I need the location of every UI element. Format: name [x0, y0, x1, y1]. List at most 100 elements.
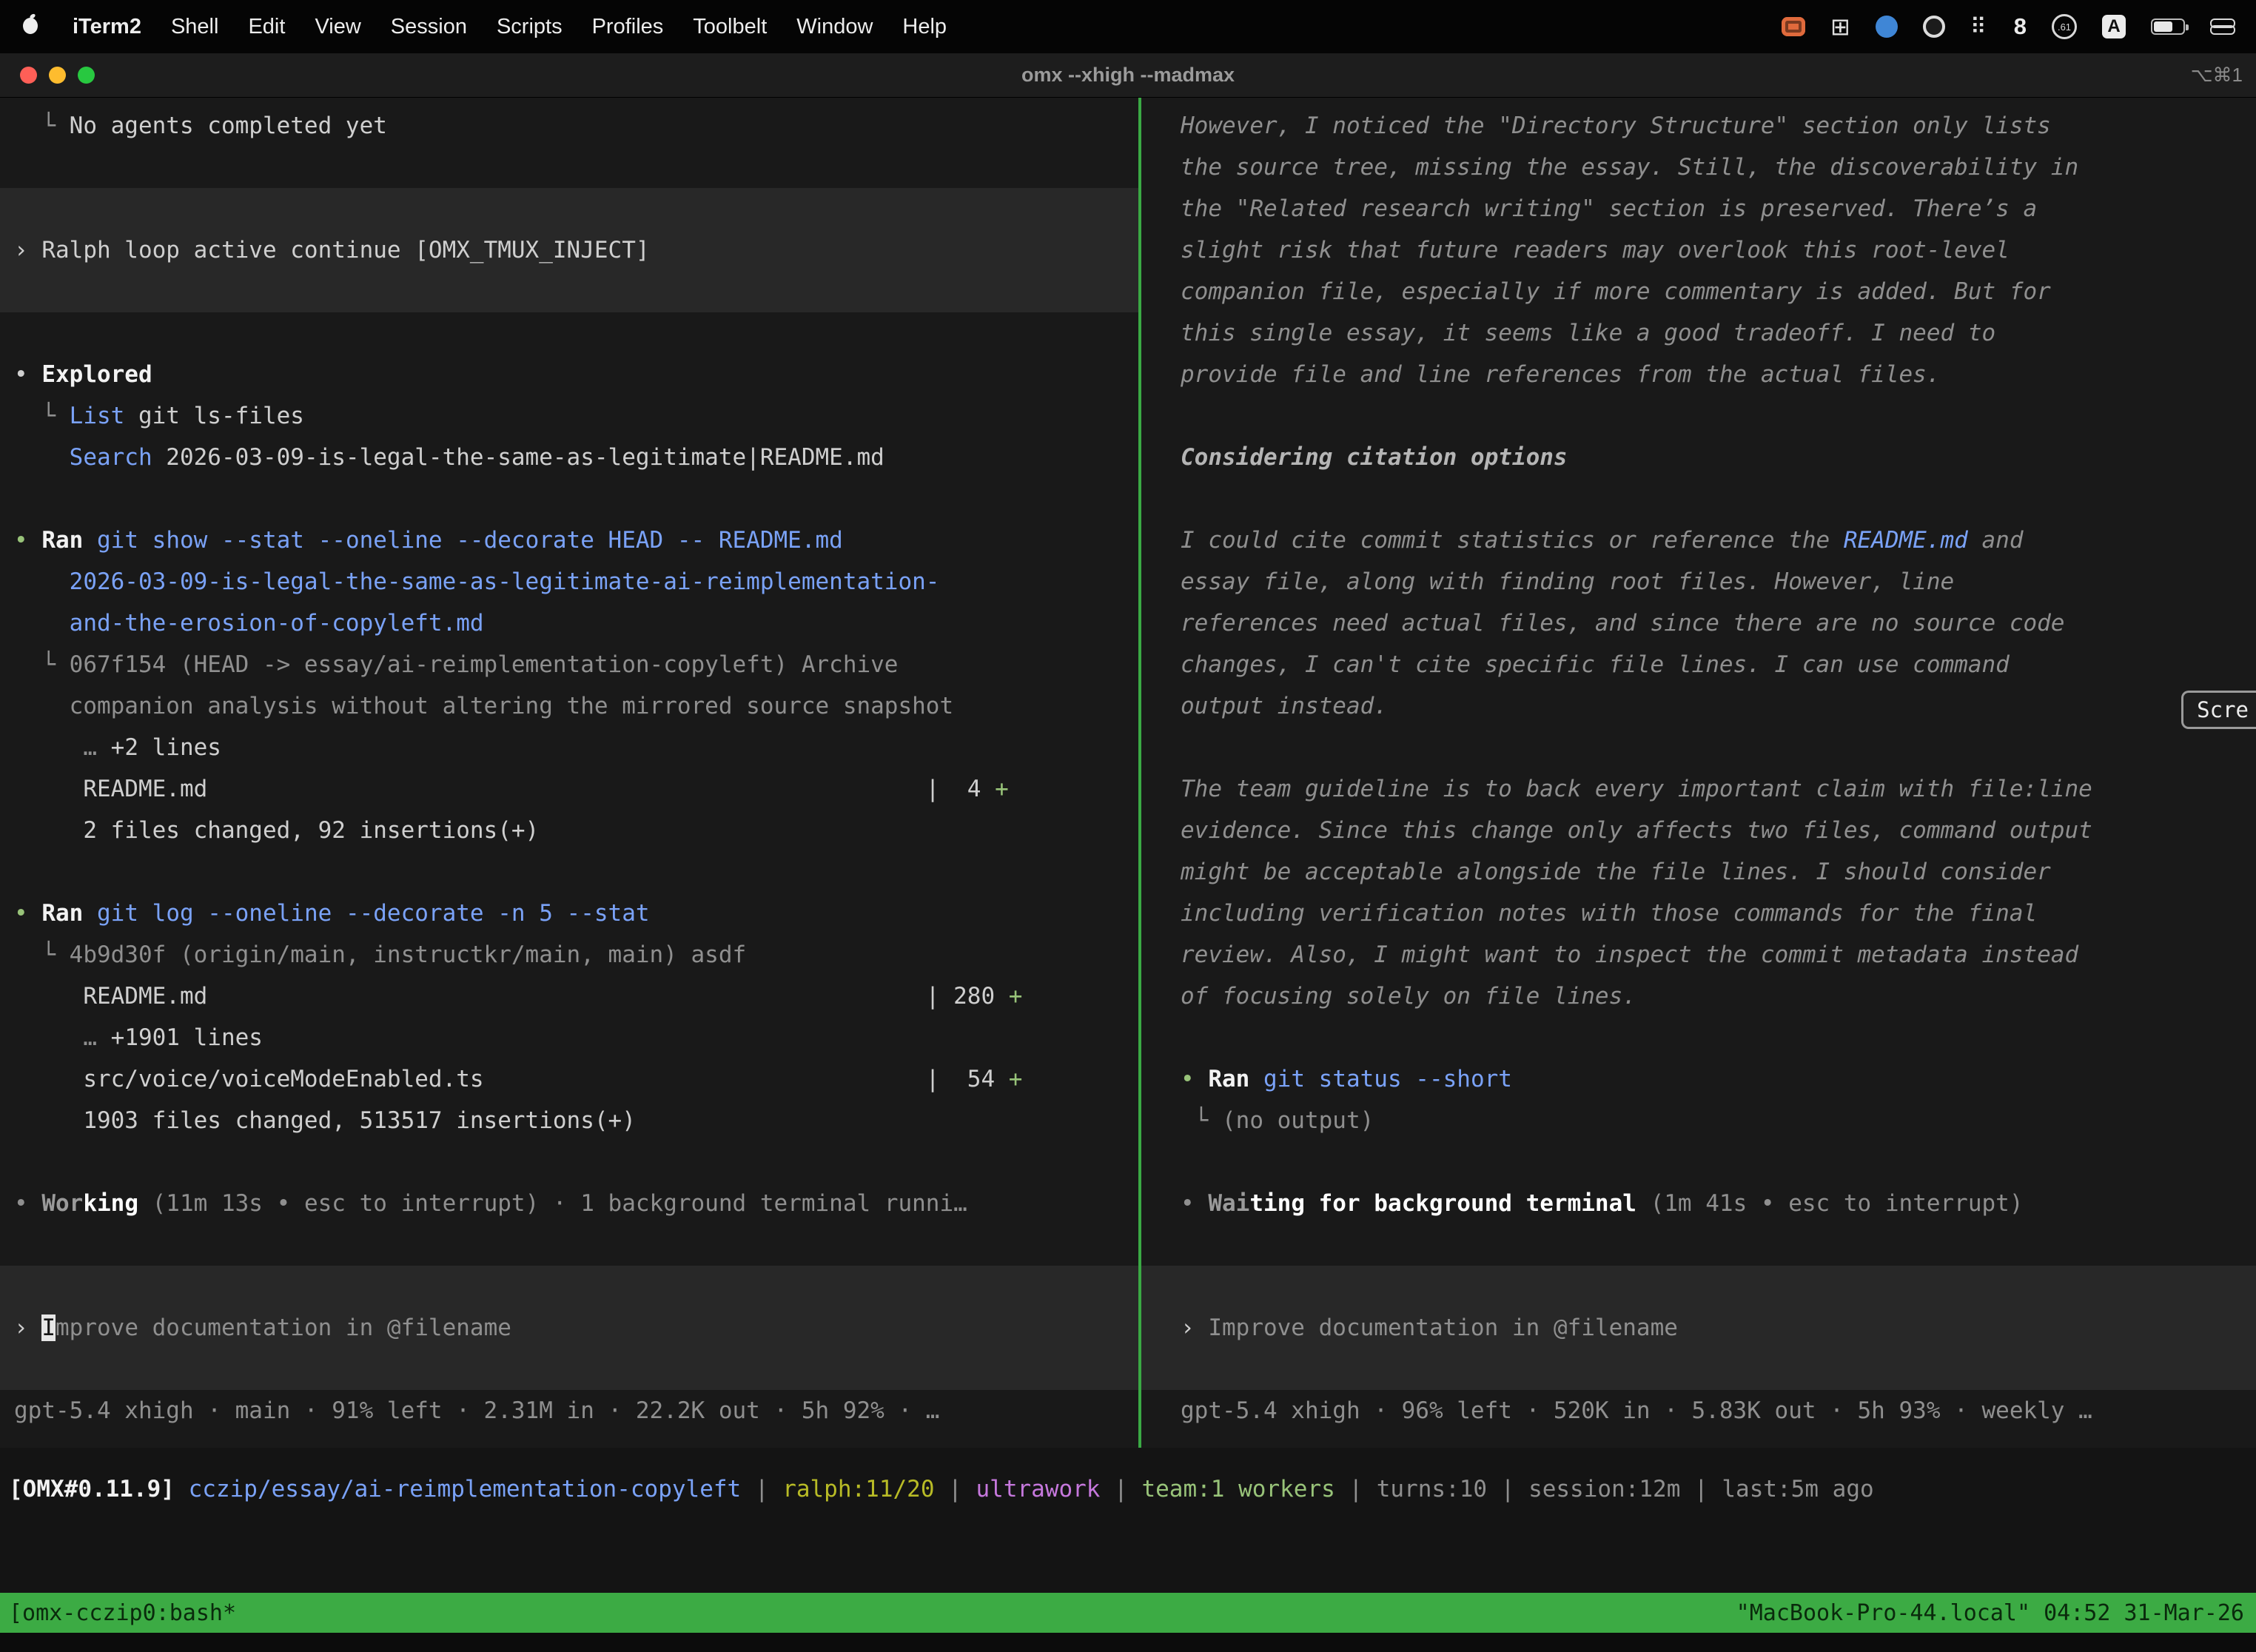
text-segment: •: [1181, 1066, 1208, 1092]
terminal-line: › Improve documentation in @filename: [0, 1307, 1138, 1349]
bottom-bars: [OMX#0.11.9] cczip/essay/ai-reimplementa…: [0, 1448, 2256, 1652]
close-button[interactable]: [20, 67, 37, 84]
text-segment: ultrawork: [976, 1476, 1101, 1502]
terminal-line: [1141, 727, 2256, 768]
terminal-line: the source tree, missing the essay. Stil…: [1141, 147, 2256, 188]
terminal-line: └ (no output): [1141, 1100, 2256, 1141]
text-segment: └ 067f154 (HEAD -> essay/ai-reimplementa…: [14, 651, 898, 678]
text-segment: [175, 1476, 189, 1502]
terminal-line: this single essay, it seems like a good …: [1141, 312, 2256, 354]
text-segment: Considering citation options: [1181, 444, 1568, 471]
screen-recording-indicator[interactable]: [1782, 17, 1805, 36]
bottom-strip: [0, 1633, 2256, 1652]
terminal-line: [0, 147, 1138, 188]
text-segment: [14, 444, 70, 471]
blue-app-icon[interactable]: [1876, 16, 1898, 38]
text-segment: +: [1009, 983, 1023, 1010]
terminal-line: [0, 271, 1138, 312]
left-pane[interactable]: └ No agents completed yet› Ralph loop ac…: [0, 98, 1138, 1448]
text-segment: git log --oneline --decorate -n 5 --stat: [97, 900, 650, 927]
right-pane[interactable]: However, I noticed the "Directory Struct…: [1141, 98, 2256, 1448]
text-segment: No agents completed yet: [70, 113, 387, 139]
terminal-line: I could cite commit statistics or refere…: [1141, 520, 2256, 561]
terminal-line: [0, 1266, 1138, 1307]
text-segment: Search: [70, 444, 152, 471]
menu-items: iTerm2 Shell Edit View Session Scripts Profile…: [73, 15, 976, 39]
terminal-line: [1141, 1224, 2256, 1266]
text-segment: Wai: [1208, 1190, 1249, 1217]
iterm-window: omx --xhigh --madmax ⌥⌘1 └ No agents com…: [0, 53, 2256, 1652]
input-source-icon[interactable]: A: [2102, 15, 2126, 38]
text-segment: the "Related research writing" section i…: [1181, 195, 2037, 222]
text-segment: references need actual files, and since …: [1181, 610, 2064, 637]
text-segment: output instead.: [1181, 693, 1388, 719]
terminal-line: references need actual files, and since …: [1141, 602, 2256, 644]
menu-item-edit[interactable]: Edit: [248, 15, 285, 39]
menu-item-scripts[interactable]: Scripts: [497, 15, 563, 39]
menu-item-help[interactable]: Help: [902, 15, 947, 39]
shortcuts-icon[interactable]: 8: [2014, 13, 2027, 40]
window-title: omx --xhigh --madmax: [1021, 64, 1235, 87]
terminal-line: • Ran git log --oneline --decorate -n 5 …: [0, 893, 1138, 934]
zoom-button[interactable]: [78, 67, 95, 84]
text-segment: src/voice/voiceModeEnabled.ts | 54: [14, 1066, 1009, 1092]
text-segment: including verification notes with those …: [1181, 900, 2037, 927]
text-segment: [OMX#0.11.9]: [9, 1476, 175, 1502]
menu-item-profiles[interactable]: Profiles: [592, 15, 664, 39]
menu-item-shell[interactable]: Shell: [171, 15, 219, 39]
text-segment: |: [935, 1476, 976, 1502]
terminal-line: and-the-erosion-of-copyleft.md: [0, 602, 1138, 644]
desktop: iTerm2 Shell Edit View Session Scripts Profile…: [0, 0, 2256, 1652]
text-segment: this single essay, it seems like a good …: [1181, 320, 1995, 346]
text-segment: …: [14, 1024, 111, 1051]
menu-item-iterm2[interactable]: iTerm2: [73, 15, 141, 39]
terminal-line: [1141, 1266, 2256, 1307]
text-segment: 1903 files changed, 513517 insertions(+): [14, 1107, 636, 1134]
tmux-host-time: "MacBook-Pro-44.local" 04:52 31-Mar-26: [1736, 1600, 2244, 1626]
terminal-line: of focusing solely on file lines.: [1141, 976, 2256, 1017]
menu-item-toolbelt[interactable]: Toolbelt: [693, 15, 767, 39]
terminal-line: slight risk that future readers may over…: [1141, 229, 2256, 271]
menu-item-session[interactable]: Session: [391, 15, 467, 39]
text-segment: [1249, 1066, 1263, 1092]
terminal-line: gpt-5.4 xhigh · 96% left · 520K in · 5.8…: [1141, 1390, 2256, 1431]
window-titlebar[interactable]: omx --xhigh --madmax ⌥⌘1: [0, 53, 2256, 98]
terminal-line: [1141, 478, 2256, 520]
text-segment: gpt-5.4 xhigh · main · 91% left · 2.31M …: [14, 1397, 939, 1424]
terminal-line: Considering citation options: [1141, 437, 2256, 478]
text-segment: Improve documentation in @filename: [1208, 1314, 1678, 1341]
text-segment: provide file and line references from th…: [1181, 361, 1941, 388]
terminal-line: provide file and line references from th…: [1141, 354, 2256, 395]
terminal-line: output instead.: [1141, 685, 2256, 727]
aperture-icon[interactable]: [1923, 16, 1945, 38]
battery-percent-icon[interactable]: .61: [2052, 14, 2077, 39]
text-segment: changes, I can't cite specific file line…: [1181, 651, 2010, 678]
dots-grid-icon[interactable]: ⠿: [1970, 14, 1989, 40]
terminal-line: … +2 lines: [0, 727, 1138, 768]
text-segment: …: [14, 734, 111, 761]
terminal-line: However, I noticed the "Directory Struct…: [1141, 105, 2256, 147]
text-segment: I could cite commit statistics or refere…: [1181, 527, 1844, 554]
text-segment: ting for background terminal: [1249, 1190, 1636, 1217]
text-segment: | turns:10 | session:12m | last:5m ago: [1335, 1476, 1874, 1502]
terminal-cursor: I: [41, 1314, 56, 1341]
tmux-status-bar: [omx-cczip0:bash* "MacBook-Pro-44.local"…: [0, 1593, 2256, 1633]
text-segment: the source tree, missing the essay. Stil…: [1181, 154, 2078, 181]
text-segment: [83, 527, 97, 554]
text-segment: and: [1968, 527, 2024, 554]
control-center-icon[interactable]: [2210, 19, 2235, 35]
terminal-line: README.md | 280 +: [0, 976, 1138, 1017]
text-segment: However, I noticed the "Directory Struct…: [1181, 113, 2051, 139]
battery-icon[interactable]: [2151, 19, 2185, 35]
text-segment: •: [14, 1190, 41, 1217]
text-segment: •: [14, 527, 41, 554]
terminal-line: Search 2026-03-09-is-legal-the-same-as-l…: [0, 437, 1138, 478]
menu-item-window[interactable]: Window: [796, 15, 873, 39]
text-segment: (1m 41s • esc to interrupt): [1636, 1190, 2024, 1217]
terminal-line: [0, 1349, 1138, 1390]
apple-menu[interactable]: [21, 13, 40, 41]
minimize-button[interactable]: [49, 67, 66, 84]
menu-item-view[interactable]: View: [315, 15, 360, 39]
grid-icon[interactable]: ⊞: [1830, 13, 1850, 41]
terminal-line: [1141, 395, 2256, 437]
